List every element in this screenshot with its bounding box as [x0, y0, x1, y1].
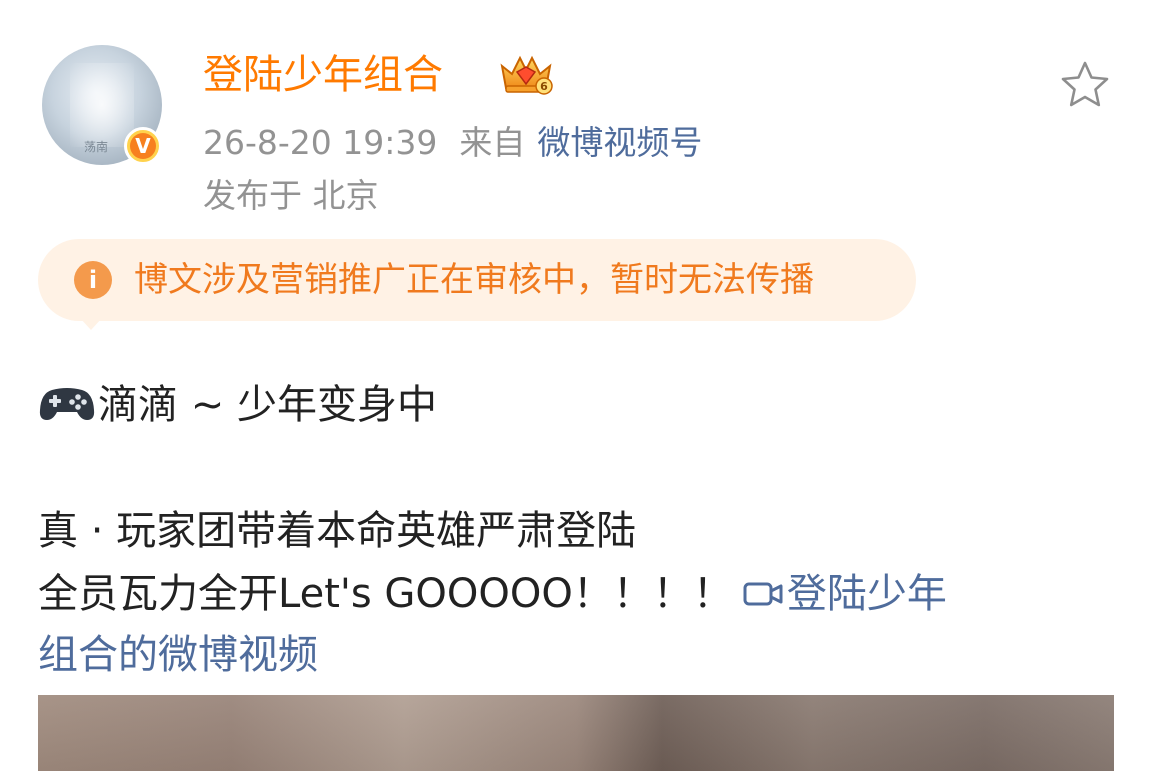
- review-notice-text: 博文涉及营销推广正在审核中，暂时无法传播: [134, 260, 814, 300]
- source-label: 来自: [459, 123, 526, 162]
- avatar-image-glow: [70, 63, 134, 147]
- video-thumbnail-shade: [38, 695, 1114, 771]
- crown-level-6-icon[interactable]: 6: [498, 52, 554, 96]
- video-link[interactable]: 登陆少年: [787, 571, 947, 617]
- video-thumbnail[interactable]: [38, 695, 1114, 771]
- game-controller-icon: [39, 388, 95, 420]
- post-text-line: 滴滴 ~ 少年变身中: [38, 377, 437, 433]
- post-text-line-1: 滴滴 ~ 少年变身中: [98, 382, 437, 428]
- post-text-line-2: 真 · 玩家团带着本命英雄严肃登陆: [38, 508, 637, 554]
- username[interactable]: 登陆少年组合: [203, 50, 443, 100]
- post-timestamp: 26-8-20 19:39: [203, 123, 438, 162]
- video-camera-icon[interactable]: [743, 579, 783, 609]
- video-link-continued[interactable]: 组合的微博视频: [38, 627, 318, 683]
- avatar-caption: 荡南: [84, 140, 109, 154]
- post-text-line: 全员瓦力全开Let's GOOOOO！！！！ 登陆少年: [38, 566, 947, 622]
- v-badge-mark: V: [130, 133, 156, 159]
- info-icon: i: [74, 261, 112, 299]
- post-meta: 26-8-20 19:39 来自 微博视频号: [203, 120, 702, 166]
- vip-level-number: 6: [540, 80, 548, 93]
- star-icon[interactable]: [1058, 58, 1112, 112]
- source-link[interactable]: 微博视频号: [537, 123, 702, 162]
- post-text-line-3: 全员瓦力全开Let's GOOOOO！！！！: [38, 571, 733, 617]
- v-badge-icon: V: [124, 127, 162, 165]
- notice-tail: [80, 318, 102, 330]
- post-location: 发布于 北京: [203, 176, 379, 215]
